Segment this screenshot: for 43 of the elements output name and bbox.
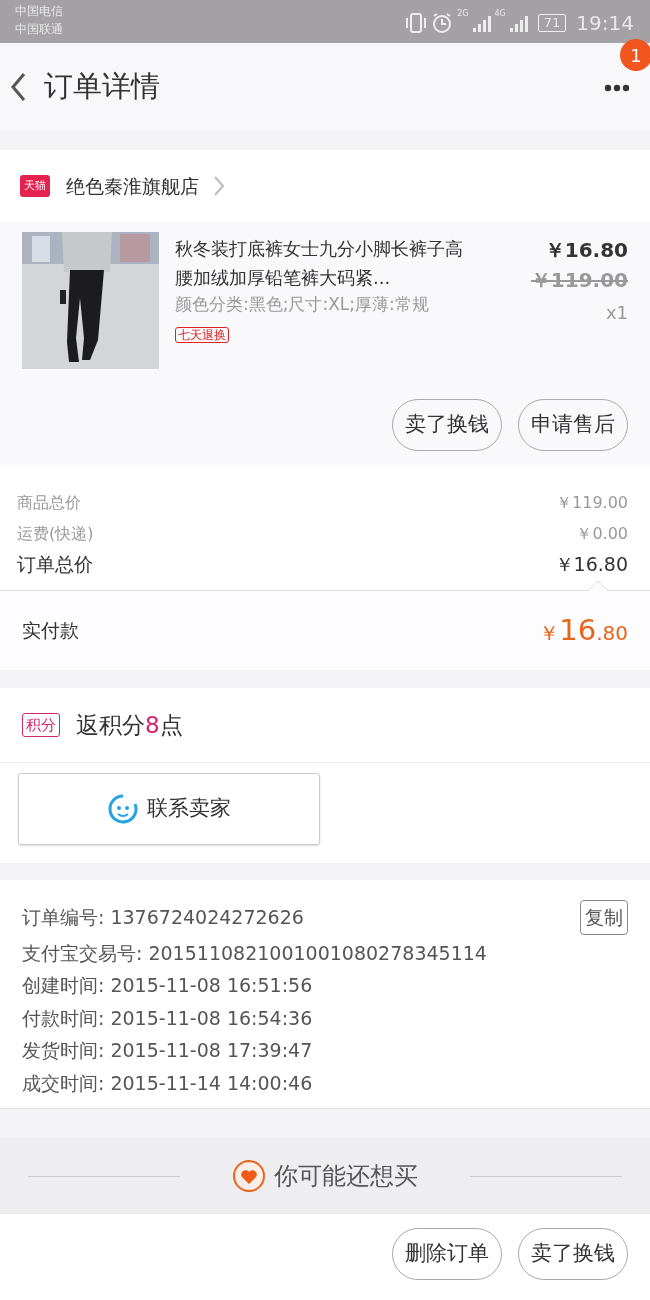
product-price: ￥16.80 — [543, 237, 628, 264]
product-spec: 颜色分类:黑色;尺寸:XL;厚薄:常规 — [175, 293, 430, 316]
carrier-name: 中国电信 — [15, 3, 63, 20]
chevron-icon — [213, 175, 227, 197]
action-button[interactable]: 删除订单 — [392, 1228, 502, 1280]
signal-icon — [509, 13, 528, 32]
chat-icon — [107, 793, 139, 825]
points-tag: 积分 — [22, 712, 60, 738]
summary-value: ￥0.00 — [576, 523, 628, 545]
notification-badge: 1 — [620, 39, 650, 71]
contact-seller-button[interactable]: 联系卖家 — [18, 773, 320, 845]
order-detail: 发货时间: 2015-11-08 17:39:47 — [22, 1038, 313, 1063]
network-label: 4G — [494, 8, 506, 20]
order-detail: 成交时间: 2015-11-14 14:00:46 — [22, 1070, 313, 1096]
product-title[interactable]: 秋冬装打底裤女士九分小脚长裤子高腰加绒加厚铅笔裤大码紧... — [175, 234, 480, 292]
store-name[interactable]: 绝色秦淮旗舰店 — [66, 171, 199, 201]
carrier-name: 中国联通 — [15, 21, 63, 38]
product-quantity: x1 — [604, 301, 628, 325]
section-title: 你可能还想买 — [274, 1161, 418, 1192]
order-detail: 创建时间: 2015-11-08 16:51:56 — [22, 973, 313, 998]
clock-time: 19:14 — [576, 9, 634, 37]
points-text: 返积分8点 — [76, 710, 183, 740]
battery-level: 71 — [537, 13, 567, 32]
action-button[interactable]: 卖了换钱 — [518, 1228, 628, 1280]
summary-label: 订单总价 — [17, 552, 93, 577]
copy-button[interactable]: 复制 — [580, 900, 628, 935]
alarm-icon — [431, 11, 454, 34]
paid-label: 实付款 — [22, 618, 79, 644]
order-detail: 付款时间: 2015-11-08 16:54:36 — [22, 1005, 313, 1031]
network-label: 2G — [457, 8, 469, 20]
summary-label: 运费(快递) — [17, 523, 94, 545]
order-detail: 订单编号: 1376724024272626 — [22, 905, 304, 930]
summary-value: ￥16.80 — [554, 552, 628, 577]
paid-amount: ￥16.80 — [539, 611, 628, 649]
original-price: ￥119.00 — [530, 267, 628, 294]
signal-icon — [472, 13, 491, 32]
vibrate-icon — [405, 11, 428, 34]
page-title: 订单详情 — [44, 67, 160, 105]
order-detail: 支付宝交易号: 2015110821001001080278345114 — [22, 940, 487, 966]
summary-value: ￥119.00 — [556, 492, 628, 514]
store-tag: 天猫 — [20, 174, 50, 198]
summary-label: 商品总价 — [17, 492, 81, 514]
return-policy-tag: 七天退换 — [175, 326, 229, 343]
